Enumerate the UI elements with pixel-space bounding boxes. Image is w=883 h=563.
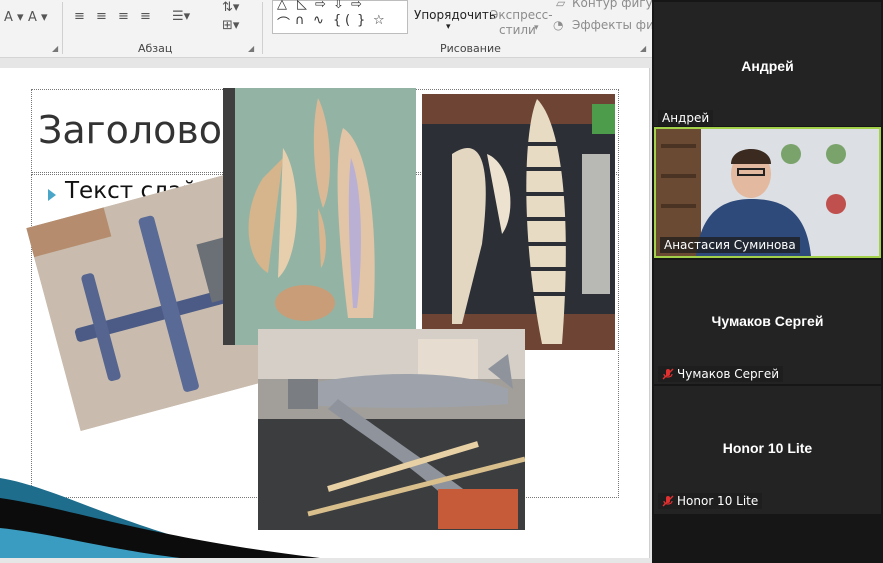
justify-icon[interactable]: ≡ <box>140 9 151 24</box>
right-triangle-shape-icon[interactable]: ◺ <box>297 0 307 12</box>
arrange-dropdown-icon[interactable]: ▾ <box>446 22 451 32</box>
align-center-icon[interactable]: ≡ <box>96 9 107 24</box>
photo-wing-ribs[interactable] <box>422 94 615 350</box>
align-right-icon[interactable]: ≡ <box>118 9 129 24</box>
shapes-gallery[interactable]: △ ◺ ⇨ ⇩ ⇨ ⌒ ∩ ∿ { ( } ☆ ▴▾▾ <box>272 0 677 35</box>
participant-tile-active-speaker[interactable]: Анастасия Суминова <box>654 127 881 258</box>
slide-canvas[interactable]: Заголовок слайда Текст слайда <box>0 68 650 558</box>
star-shape-icon[interactable]: ☆ <box>373 13 385 28</box>
participant-tile-honor[interactable]: Honor 10 Lite Honor 10 Lite <box>654 386 881 514</box>
shape-effects-icon[interactable]: ◔ <box>553 18 563 32</box>
left-brace-shape-icon[interactable]: { <box>333 13 341 28</box>
participant-name-tag: Чумаков Сергей <box>658 366 784 382</box>
down-arrow-shape-icon[interactable]: ⇩ <box>333 0 344 12</box>
text-direction-icon[interactable]: ⇅▾ <box>222 0 239 15</box>
arc-shape-icon[interactable]: ⌒ <box>277 13 290 32</box>
ribbon: A ▾ A ▾ ◢ ≡ ≡ ≡ ≡ ☰▾ ⇅▾ ⊞▾ Абзац ◢ △ ◺ ⇨… <box>0 0 677 58</box>
participant-name: Honor 10 Lite <box>722 440 813 456</box>
arrow-shape-icon[interactable]: ⇨ <box>315 0 326 12</box>
quick-styles-label[interactable]: стили <box>499 23 536 37</box>
slide-editing-area: Заголовок слайда Текст слайда <box>0 58 652 563</box>
participant-tile-andrey[interactable]: Андрей Андрей <box>654 2 881 126</box>
smartart-icon[interactable]: ⊞▾ <box>222 18 239 33</box>
columns-icon[interactable]: ☰▾ <box>172 9 190 24</box>
drawing-dialog-launcher-icon[interactable]: ◢ <box>640 44 646 53</box>
participant-name: Чумаков Сергей <box>711 313 824 329</box>
bullet-arrow-icon <box>48 189 56 201</box>
paragraph-dialog-launcher-icon[interactable]: ◢ <box>248 44 254 53</box>
quick-styles-dropdown-icon[interactable]: ▾ <box>534 23 539 33</box>
font-dialog-launcher-icon[interactable]: ◢ <box>52 44 58 53</box>
arrange-button[interactable]: Упорядочить <box>414 8 496 22</box>
font-size-icon[interactable]: A ▾ <box>28 10 48 25</box>
align-left-icon[interactable]: ≡ <box>74 9 85 24</box>
microphone-muted-icon <box>662 495 674 507</box>
quick-styles-button[interactable]: Экспресс- <box>490 8 553 22</box>
participant-name-tag: Анастасия Суминова <box>660 237 800 253</box>
photo-grey-airplane[interactable] <box>258 329 525 530</box>
right-arrow-shape-icon[interactable]: ⇨ <box>351 0 362 12</box>
shape-outline-icon[interactable]: ▱ <box>556 0 565 10</box>
font-color-icon[interactable]: A ▾ <box>4 10 24 25</box>
photo-wooden-parts[interactable] <box>223 88 416 345</box>
drawing-group-label: Рисование <box>440 42 501 55</box>
curve-shape-icon[interactable]: ∩ <box>295 13 305 28</box>
freeform-shape-icon[interactable]: ∿ <box>313 13 324 28</box>
right-brace-shape-icon[interactable]: } <box>357 13 365 28</box>
participant-name: Андрей <box>741 58 794 74</box>
participant-tile-chumakov[interactable]: Чумаков Сергей Чумаков Сергей <box>654 260 881 384</box>
participant-top-label: Андрей <box>658 110 714 126</box>
video-panel: Андрей Андрей Анастасия Суминова Чумаков… <box>652 0 883 563</box>
triangle-shape-icon[interactable]: △ <box>277 0 287 12</box>
paragraph-group-label: Абзац <box>138 42 173 55</box>
left-bracket-shape-icon[interactable]: ( <box>345 13 350 28</box>
participant-name-tag: Honor 10 Lite <box>658 493 763 509</box>
microphone-muted-icon <box>662 368 674 380</box>
